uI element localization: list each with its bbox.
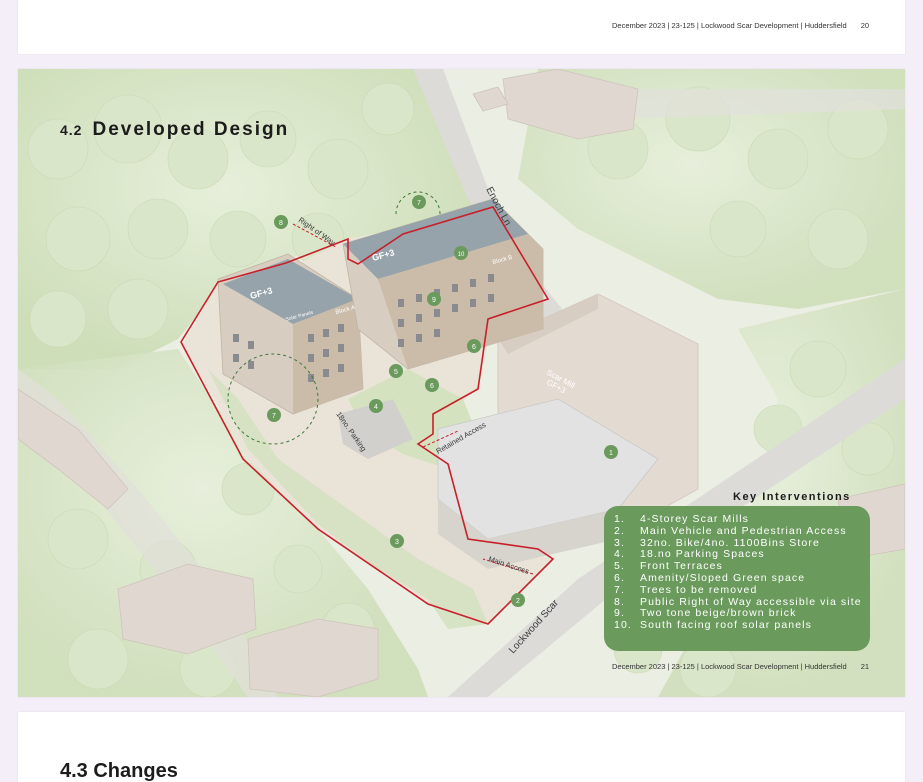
- svg-text:8: 8: [279, 220, 283, 227]
- next-section-title: 4.3 Changes: [60, 760, 178, 782]
- section-title: 4.2 Developed Design: [60, 119, 289, 141]
- svg-text:5: 5: [394, 369, 398, 376]
- section-number: 4.2: [60, 122, 83, 138]
- key-interventions-list: 1. 4-Storey Scar Mills 2. Main Vehicle and…: [614, 513, 861, 632]
- svg-text:1: 1: [609, 450, 613, 457]
- page-20: December 2023 | 23-125 | Lockwood Scar D…: [18, 0, 905, 54]
- svg-text:10: 10: [458, 252, 465, 258]
- marker-6: 6: [425, 378, 439, 392]
- marker-3: 3: [390, 534, 404, 548]
- svg-text:6: 6: [472, 344, 476, 351]
- key-interventions-box: 1. 4-Storey Scar Mills 2. Main Vehicle and…: [604, 506, 870, 651]
- page-21-footer: December 2023 | 23-125 | Lockwood Scar D…: [612, 662, 869, 671]
- marker-7: 7: [412, 195, 426, 209]
- key-item: 10. South facing roof solar panels: [614, 619, 812, 632]
- key-interventions-heading: Key Interventions: [733, 491, 851, 503]
- marker-5: 5: [389, 364, 403, 378]
- marker-2: 2: [511, 593, 525, 607]
- svg-text:4: 4: [374, 404, 378, 411]
- footer-text: December 2023 | 23-125 | Lockwood Scar D…: [612, 21, 847, 30]
- svg-text:2: 2: [516, 598, 520, 605]
- svg-text:7: 7: [417, 200, 421, 207]
- footer-text: December 2023 | 23-125 | Lockwood Scar D…: [612, 662, 847, 671]
- marker-6: 6: [467, 339, 481, 353]
- marker-10: 10: [454, 246, 468, 260]
- key-item: 2. Main Vehicle and Pedestrian Access: [614, 524, 847, 537]
- page-20-footer: December 2023 | 23-125 | Lockwood Scar D…: [612, 21, 869, 30]
- marker-8: 8: [274, 215, 288, 229]
- page-21: Enoch Ln Lockwood Scar Right of Way Reta…: [18, 69, 905, 697]
- marker-1: 1: [604, 445, 618, 459]
- marker-4: 4: [369, 399, 383, 413]
- svg-text:6: 6: [430, 383, 434, 390]
- svg-text:7: 7: [272, 413, 276, 420]
- key-item: 7. Trees to be removed: [614, 583, 758, 596]
- page-number: 21: [860, 662, 870, 671]
- page-number: 20: [860, 21, 870, 30]
- svg-text:9: 9: [432, 297, 436, 304]
- page-22: 4.3 Changes: [18, 712, 905, 782]
- key-item: 6. Amenity/Sloped Green space: [614, 571, 806, 584]
- section-title-text: Developed Design: [92, 119, 290, 140]
- marker-7: 7: [267, 408, 281, 422]
- marker-9: 9: [427, 292, 441, 306]
- svg-text:3: 3: [395, 539, 399, 546]
